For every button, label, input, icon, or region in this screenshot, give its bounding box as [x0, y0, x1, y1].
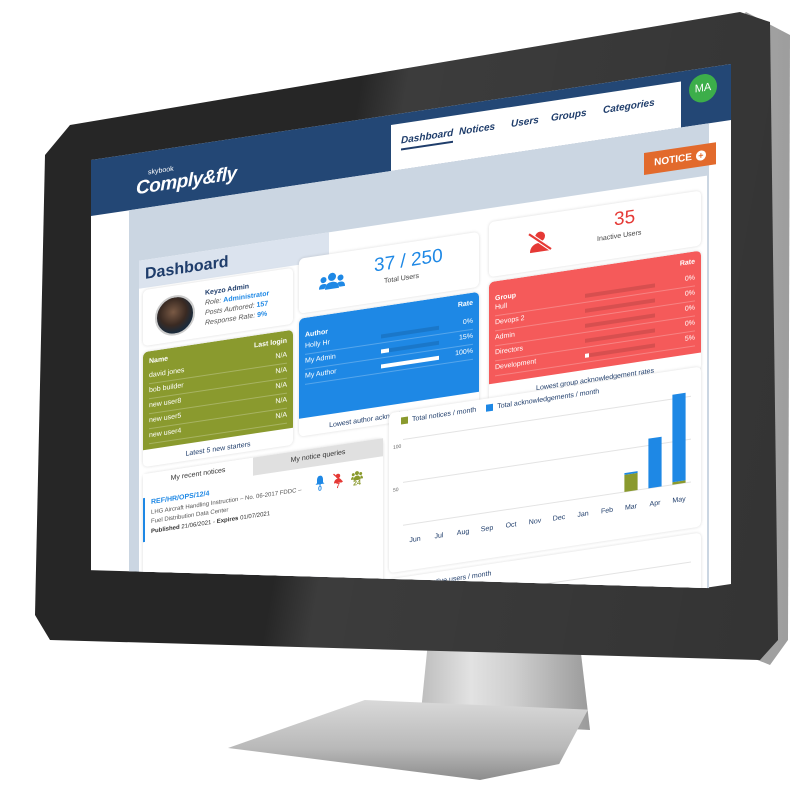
legend-swatch	[486, 403, 494, 412]
user-slash-icon	[527, 231, 553, 254]
row-value: 0%	[684, 304, 695, 313]
rate-progress-bar	[380, 355, 440, 369]
monitor-stand-base	[228, 700, 588, 780]
nav-notices[interactable]: Notices	[459, 121, 495, 137]
row-value: N/A	[275, 351, 287, 361]
profile-posts: 157	[256, 300, 269, 310]
row-name: new user4	[149, 427, 182, 440]
profile-role-label: Role:	[205, 297, 222, 307]
notice-stat-unread: 7	[333, 472, 343, 491]
row-value: 0%	[684, 319, 695, 328]
x-tick-label: Jan	[577, 510, 588, 519]
header-rate: Rate	[457, 299, 473, 309]
row-name: bob builder	[149, 382, 184, 395]
nav-users[interactable]: Users	[511, 115, 539, 130]
bar-may[interactable]	[672, 392, 686, 483]
rate-progress-fill	[585, 353, 589, 358]
notice-stats: 0 7 24	[315, 469, 363, 493]
x-tick-label: May	[672, 496, 686, 505]
row-value: 100%	[455, 347, 473, 358]
x-tick-label: Sep	[481, 525, 494, 534]
notice-stat-notified: 0	[315, 475, 325, 494]
dashboard-page: Dashboard Keyzo Admin Role: Administrato…	[139, 175, 707, 590]
row-name: Devops 2	[495, 314, 525, 327]
legend-swatch	[401, 416, 408, 425]
y-tick-label: 50	[393, 487, 399, 494]
gridline	[403, 438, 691, 483]
row-name: Admin	[495, 331, 515, 342]
x-tick-label: Mar	[625, 503, 638, 512]
inactive-users-value: 35	[614, 206, 636, 231]
x-tick-label: Oct	[506, 521, 517, 530]
row-name: david jones	[149, 366, 185, 380]
row-value: N/A	[275, 366, 287, 376]
x-tick-label: Aug	[457, 528, 470, 537]
x-tick-label: Jul	[435, 532, 444, 540]
x-tick-label: Nov	[529, 517, 542, 526]
row-name: new user5	[149, 412, 182, 425]
header-rate: Rate	[679, 258, 695, 268]
row-value: 5%	[684, 334, 695, 343]
bar-mar[interactable]	[624, 472, 638, 492]
header-last-login: Last login	[253, 337, 287, 350]
profile-details: Keyzo Admin Role: Administrator Posts Au…	[205, 279, 269, 329]
read-count: 24	[353, 479, 361, 488]
x-tick-label: Jun	[409, 536, 420, 545]
nav-groups[interactable]: Groups	[551, 108, 587, 124]
rate-progress-bar	[380, 325, 440, 339]
rate-progress-fill	[380, 348, 390, 354]
new-starters-table: Name Last login david jones N/A bob builde…	[143, 329, 293, 451]
row-name: new user8	[149, 397, 182, 410]
row-value: 15%	[458, 332, 473, 342]
row-value: N/A	[275, 396, 287, 406]
row-name: My Admin	[305, 353, 336, 365]
row-value: 0%	[462, 317, 473, 327]
header-name: Name	[149, 355, 169, 366]
inactive-users-label: Inactive Users	[597, 229, 642, 244]
users-icon	[319, 272, 345, 290]
nav-categories[interactable]: Categories	[603, 97, 655, 116]
notified-count: 0	[318, 485, 322, 493]
user-avatar[interactable]: MA	[689, 72, 717, 105]
x-tick-label: Feb	[601, 507, 613, 516]
row-name: Holly Hr	[305, 339, 330, 350]
profile-response: 9%	[257, 310, 268, 320]
x-axis	[403, 481, 691, 526]
bar-apr[interactable]	[648, 436, 662, 489]
rate-progress-fill	[380, 355, 440, 369]
row-value: 0%	[684, 274, 695, 283]
nav-dashboard[interactable]: Dashboard	[401, 127, 454, 151]
new-notice-button[interactable]: NOTICE +	[644, 142, 716, 176]
brand-logo[interactable]: skybook Comply&fly	[136, 156, 237, 200]
row-name: Hull	[495, 302, 508, 312]
profile-photo	[155, 292, 195, 339]
expires-label: Expires	[216, 515, 239, 526]
row-value: N/A	[275, 381, 287, 391]
y-tick-label: 100	[393, 444, 402, 451]
row-name: Directors	[495, 345, 524, 357]
new-notice-label: NOTICE	[654, 151, 692, 169]
x-tick-label: Apr	[650, 500, 662, 509]
notice-stat-read: 24	[351, 469, 363, 488]
row-value: N/A	[275, 411, 287, 421]
app-window: skybook Comply&fly Dashboard Notices Use…	[91, 64, 731, 590]
plus-circle-icon: +	[695, 149, 706, 162]
row-name: My Author	[305, 368, 337, 380]
x-tick-label: Dec	[553, 514, 566, 523]
unread-count: 7	[336, 482, 340, 491]
author-rates-table: Author Rate Holly Hr 0% My Admin 15% My Auth…	[299, 291, 479, 419]
new-starters-panel: Name Last login david jones N/A bob builde…	[143, 329, 293, 468]
row-value: 0%	[684, 289, 695, 298]
rate-progress-bar	[380, 340, 440, 354]
total-users-value: 37 / 250	[374, 245, 443, 277]
header-author: Author	[305, 328, 328, 339]
